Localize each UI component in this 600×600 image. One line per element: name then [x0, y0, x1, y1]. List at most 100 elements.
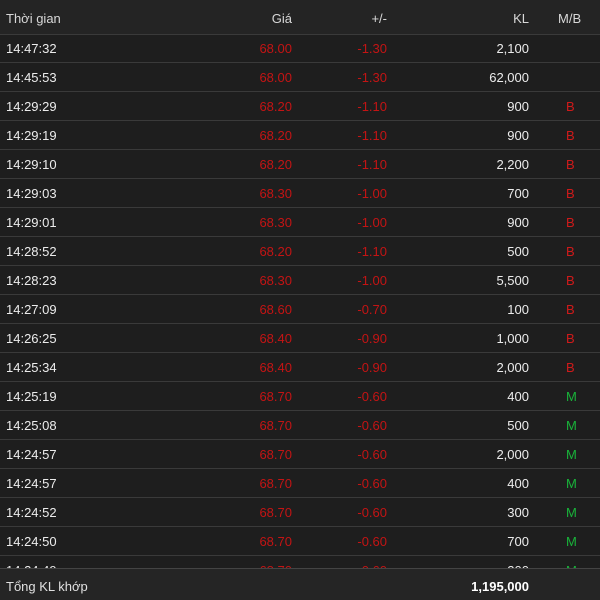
trade-side: M [566, 418, 577, 433]
trade-volume: 100 [507, 302, 529, 317]
trade-side: B [566, 331, 575, 346]
trade-change: -0.60 [357, 534, 387, 549]
trade-volume: 2,200 [496, 157, 529, 172]
trade-price: 68.70 [259, 389, 292, 404]
trade-change: -0.70 [357, 302, 387, 317]
trade-time: 14:26:25 [6, 331, 57, 346]
table-row[interactable]: 14:24:50 68.70 -0.60 700 M [0, 527, 600, 556]
trade-volume: 900 [507, 215, 529, 230]
trade-volume: 300 [507, 505, 529, 520]
trade-change: -0.90 [357, 331, 387, 346]
table-row[interactable]: 14:24:57 68.70 -0.60 400 M [0, 469, 600, 498]
trade-price: 68.30 [259, 273, 292, 288]
trade-time: 14:25:19 [6, 389, 57, 404]
trade-price: 68.70 [259, 476, 292, 491]
trade-volume: 2,100 [496, 41, 529, 56]
table-row[interactable]: 14:24:4968.70-0.60200M [0, 556, 600, 568]
trade-volume: 1,000 [496, 331, 529, 346]
trade-volume: 900 [507, 128, 529, 143]
trade-price: 68.40 [259, 360, 292, 375]
trade-side: B [566, 186, 575, 201]
trade-time: 14:24:57 [6, 447, 57, 462]
trade-time: 14:29:19 [6, 128, 57, 143]
trade-side: M [566, 447, 577, 462]
trade-volume: 500 [507, 418, 529, 433]
trade-change: -1.10 [357, 244, 387, 259]
trade-side: B [566, 360, 575, 375]
trade-side: M [566, 476, 577, 491]
header-volume[interactable]: KL [513, 11, 529, 26]
trade-time: 14:28:52 [6, 244, 57, 259]
trade-time: 14:24:50 [6, 534, 57, 549]
table-header: Thời gian Giá +/- KL M/B [0, 0, 600, 35]
trade-price: 68.20 [259, 157, 292, 172]
trade-change: -0.60 [357, 505, 387, 520]
header-price[interactable]: Giá [272, 11, 292, 26]
total-volume-value: 1,195,000 [471, 579, 529, 594]
trade-side: B [566, 99, 575, 114]
trade-change: -1.30 [357, 70, 387, 85]
trade-time: 14:24:57 [6, 476, 57, 491]
trade-price: 68.70 [259, 447, 292, 462]
trade-side: B [566, 157, 575, 172]
header-time[interactable]: Thời gian [6, 11, 61, 26]
table-row[interactable]: 14:25:34 68.40 -0.90 2,000 B [0, 353, 600, 382]
summary-bar: Tổng KL khớp 1,195,000 [0, 568, 600, 600]
table-row[interactable]: 14:24:52 68.70 -0.60 300 M [0, 498, 600, 527]
trade-change: -1.30 [357, 41, 387, 56]
trade-price: 68.20 [259, 99, 292, 114]
trade-volume: 700 [507, 186, 529, 201]
table-row[interactable]: 14:29:03 68.30 -1.00 700 B [0, 179, 600, 208]
trade-change: -1.10 [357, 157, 387, 172]
table-row[interactable]: 14:28:23 68.30 -1.00 5,500 B [0, 266, 600, 295]
trade-side: B [566, 215, 575, 230]
trade-time: 14:29:29 [6, 99, 57, 114]
table-row[interactable]: 14:28:52 68.20 -1.10 500 B [0, 237, 600, 266]
header-change[interactable]: +/- [371, 11, 387, 26]
trade-volume: 700 [507, 534, 529, 549]
trade-side: M [566, 505, 577, 520]
trade-volume: 62,000 [489, 70, 529, 85]
table-row[interactable]: 14:27:09 68.60 -0.70 100 B [0, 295, 600, 324]
trade-change: -0.90 [357, 360, 387, 375]
trade-price: 68.70 [259, 418, 292, 433]
trade-time: 14:29:10 [6, 157, 57, 172]
trade-change: -0.60 [357, 389, 387, 404]
trade-price: 68.40 [259, 331, 292, 346]
table-row[interactable]: 14:29:19 68.20 -1.10 900 B [0, 121, 600, 150]
trade-time: 14:47:32 [6, 41, 57, 56]
trade-volume: 400 [507, 476, 529, 491]
trade-change: -1.10 [357, 99, 387, 114]
trade-time: 14:28:23 [6, 273, 57, 288]
trade-price: 68.70 [259, 534, 292, 549]
table-row[interactable]: 14:47:32 68.00 -1.30 2,100 [0, 34, 600, 63]
trade-change: -0.60 [357, 447, 387, 462]
trade-side: B [566, 302, 575, 317]
trade-time: 14:25:34 [6, 360, 57, 375]
header-side[interactable]: M/B [558, 11, 581, 26]
table-row[interactable]: 14:25:19 68.70 -0.60 400 M [0, 382, 600, 411]
trade-change: -1.00 [357, 215, 387, 230]
trade-volume: 900 [507, 99, 529, 114]
trade-side: B [566, 128, 575, 143]
trade-time: 14:25:08 [6, 418, 57, 433]
trade-volume: 400 [507, 389, 529, 404]
trade-time: 14:29:03 [6, 186, 57, 201]
table-row[interactable]: 14:25:08 68.70 -0.60 500 M [0, 411, 600, 440]
trade-price: 68.30 [259, 186, 292, 201]
trade-time: 14:45:53 [6, 70, 57, 85]
trade-price: 68.60 [259, 302, 292, 317]
table-row[interactable]: 14:26:25 68.40 -0.90 1,000 B [0, 324, 600, 353]
trade-side: M [566, 534, 577, 549]
table-row[interactable]: 14:45:53 68.00 -1.30 62,000 [0, 63, 600, 92]
trade-volume: 500 [507, 244, 529, 259]
table-row[interactable]: 14:29:29 68.20 -1.10 900 B [0, 92, 600, 121]
trade-change: -0.60 [357, 418, 387, 433]
trade-price: 68.00 [259, 70, 292, 85]
table-row[interactable]: 14:24:57 68.70 -0.60 2,000 M [0, 440, 600, 469]
table-row[interactable]: 14:29:10 68.20 -1.10 2,200 B [0, 150, 600, 179]
trade-side: M [566, 389, 577, 404]
trade-time: 14:27:09 [6, 302, 57, 317]
table-row[interactable]: 14:29:01 68.30 -1.00 900 B [0, 208, 600, 237]
trade-list[interactable]: 14:47:32 68.00 -1.30 2,100 14:45:53 68.00 -1.3… [0, 34, 600, 568]
